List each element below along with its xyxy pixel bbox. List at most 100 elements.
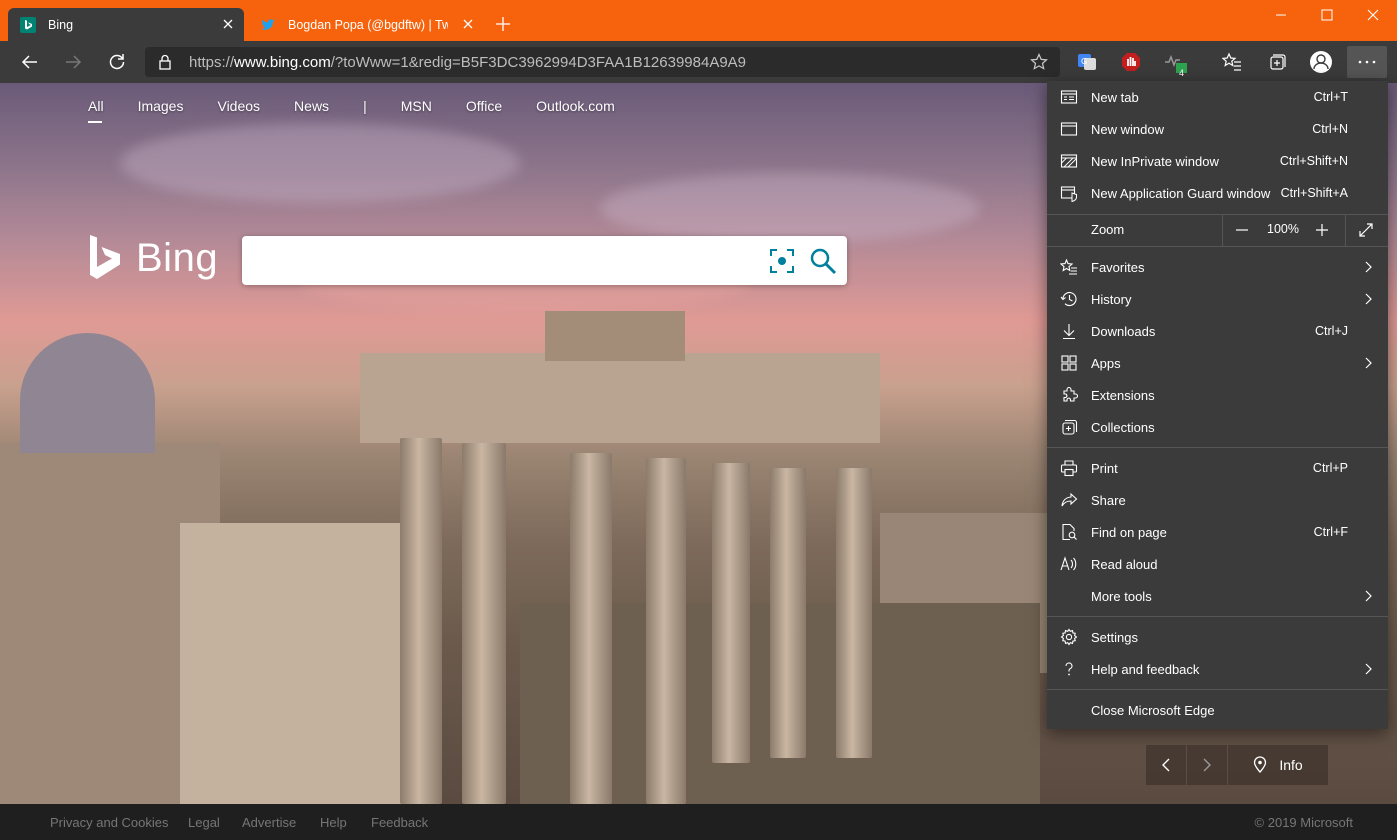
footer-link-privacy[interactable]: Privacy and Cookies (50, 815, 169, 830)
background-ruin-top (545, 311, 685, 361)
scope-news[interactable]: News (294, 98, 329, 114)
profile-avatar-icon[interactable] (1309, 50, 1333, 74)
menu-item-collections[interactable]: Collections (1047, 411, 1388, 443)
search-icon[interactable] (809, 247, 837, 275)
menu-item-help-and-feedback[interactable]: Help and feedback (1047, 653, 1388, 685)
menu-shortcut: Ctrl+J (1315, 324, 1348, 338)
scope-images[interactable]: Images (138, 98, 184, 114)
back-arrow-icon[interactable] (18, 50, 42, 74)
svg-text:G: G (1081, 57, 1087, 66)
next-image-button[interactable] (1187, 745, 1227, 785)
scope-videos[interactable]: Videos (217, 98, 260, 114)
previous-image-button[interactable] (1146, 745, 1186, 785)
menu-item-settings[interactable]: Settings (1047, 621, 1388, 653)
close-icon[interactable] (1350, 0, 1396, 30)
menu-label: History (1091, 291, 1132, 307)
scope-all[interactable]: All (88, 98, 104, 123)
menu-item-new-window[interactable]: New window Ctrl+N (1047, 113, 1388, 145)
refresh-icon[interactable] (105, 50, 129, 74)
footer-link-feedback[interactable]: Feedback (371, 815, 428, 830)
tab-title: Bogdan Popa (@bgdftw) | Twitter (288, 17, 448, 32)
tab-twitter[interactable]: Bogdan Popa (@bgdftw) | Twitter (248, 8, 484, 41)
translate-extension-icon[interactable]: G (1075, 50, 1099, 74)
lock-icon[interactable] (157, 54, 173, 70)
find-icon (1060, 523, 1078, 541)
menu-shortcut: Ctrl+Shift+N (1279, 154, 1348, 168)
new-window-icon (1060, 120, 1078, 138)
download-icon (1060, 322, 1078, 340)
menu-item-extensions[interactable]: Extensions (1047, 379, 1388, 411)
menu-label: New Application Guard window (1091, 185, 1271, 201)
search-input[interactable] (242, 236, 847, 285)
menu-label: More tools (1091, 588, 1152, 604)
menu-shortcut: Ctrl+P (1312, 461, 1348, 475)
bing-logo[interactable]: Bing (80, 233, 218, 283)
favorites-bar-icon[interactable] (1220, 50, 1244, 74)
zoom-control: Zoom 100% (1047, 214, 1388, 246)
menu-label: Find on page (1091, 524, 1167, 540)
menu-label: Print (1091, 460, 1118, 476)
background-column (712, 463, 750, 763)
menu-label: Collections (1091, 419, 1155, 435)
menu-item-new-tab[interactable]: New tab Ctrl+T (1047, 81, 1388, 113)
chevron-right-icon (1362, 663, 1374, 675)
menu-label: Downloads (1091, 323, 1156, 339)
address-bar[interactable]: https://www.bing.com/?toWww=1&redig=B5F3… (145, 47, 1060, 77)
menu-item-close-microsoft-edge[interactable]: Close Microsoft Edge (1047, 694, 1388, 726)
background-column (770, 468, 806, 758)
menu-item-new-inprivate-window[interactable]: New InPrivate window Ctrl+Shift+N (1047, 145, 1388, 177)
adblock-extension-icon[interactable] (1119, 50, 1143, 74)
minimize-icon[interactable] (1258, 0, 1304, 30)
menu-item-new-application-guard-window[interactable]: New Application Guard window Ctrl+Shift+… (1047, 177, 1388, 209)
chevron-right-icon (1362, 293, 1374, 305)
menu-item-downloads[interactable]: Downloads Ctrl+J (1047, 315, 1388, 347)
menu-item-share[interactable]: Share (1047, 484, 1388, 516)
tab-bing[interactable]: Bing (8, 8, 244, 41)
menu-item-favorites[interactable]: Favorites (1047, 251, 1388, 283)
footer-link-help[interactable]: Help (320, 815, 347, 830)
history-icon (1060, 290, 1078, 308)
footer-link-legal[interactable]: Legal (188, 815, 220, 830)
menu-item-history[interactable]: History (1047, 283, 1388, 315)
title-bar: Bing Bogdan Popa (@bgdftw) | Twitter (0, 0, 1397, 41)
menu-label: Apps (1091, 355, 1121, 371)
bing-logo-text: Bing (136, 235, 219, 280)
collections-icon[interactable] (1265, 50, 1289, 74)
maximize-icon[interactable] (1304, 0, 1350, 30)
menu-item-apps[interactable]: Apps (1047, 347, 1388, 379)
image-info-button[interactable]: Info (1228, 745, 1328, 785)
background-column (570, 453, 612, 804)
menu-item-more-tools[interactable]: More tools (1047, 580, 1388, 612)
scope-office[interactable]: Office (466, 98, 502, 114)
zoom-value: 100% (1267, 222, 1299, 236)
menu-label: Close Microsoft Edge (1091, 702, 1215, 718)
copyright-text: © 2019 Microsoft (1254, 815, 1353, 830)
star-icon[interactable] (1030, 53, 1048, 71)
extensions-icon (1060, 386, 1078, 404)
url-host: www.bing.com (234, 54, 331, 71)
close-tab-icon[interactable] (220, 16, 236, 32)
scope-msn[interactable]: MSN (401, 98, 432, 114)
chevron-right-icon (1362, 357, 1374, 369)
more-options-icon[interactable] (1347, 46, 1387, 78)
zoom-out-icon[interactable] (1233, 221, 1251, 239)
new-tab-plus-icon[interactable] (494, 15, 512, 33)
url-text[interactable]: https://www.bing.com/?toWww=1&redig=B5F3… (189, 54, 746, 71)
footer-link-advertise[interactable]: Advertise (242, 815, 296, 830)
menu-item-read-aloud[interactable]: Read aloud (1047, 548, 1388, 580)
url-scheme: https:// (189, 54, 235, 71)
zoom-divider (1222, 214, 1223, 246)
activity-extension-icon[interactable] (1164, 50, 1188, 74)
scope-outlook[interactable]: Outlook.com (536, 98, 615, 114)
background-column (646, 458, 686, 804)
forward-arrow-icon[interactable] (61, 50, 85, 74)
visual-search-icon[interactable] (769, 248, 795, 274)
background-arch (180, 523, 410, 804)
background-cloud (600, 173, 980, 243)
close-tab-icon[interactable] (460, 16, 476, 32)
menu-item-find-on-page[interactable]: Find on page Ctrl+F (1047, 516, 1388, 548)
menu-item-print[interactable]: Print Ctrl+P (1047, 452, 1388, 484)
zoom-in-icon[interactable] (1313, 221, 1331, 239)
fullscreen-icon[interactable] (1357, 221, 1375, 239)
menu-shortcut: Ctrl+F (1313, 525, 1348, 539)
